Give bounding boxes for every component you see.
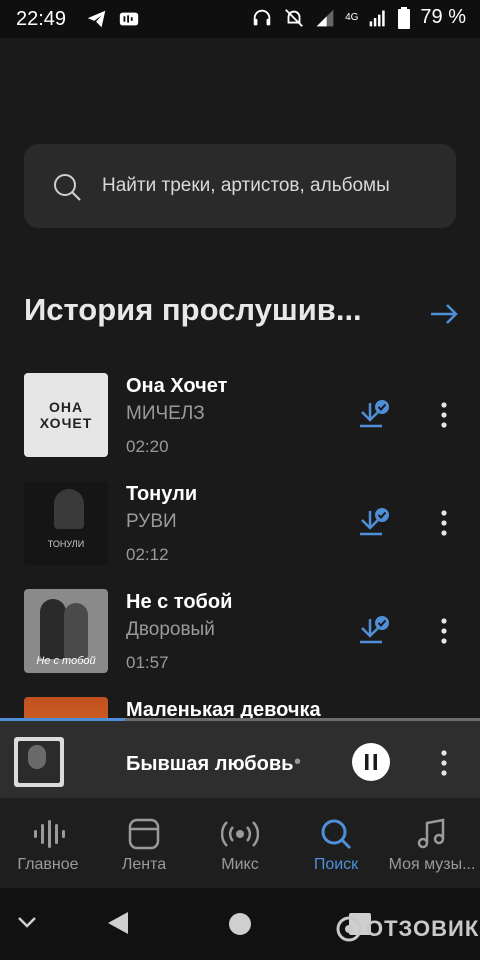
track-title: Маленькая девочка [126,699,321,718]
track-cover: ТОНУЛИ [24,481,108,565]
bottom-navigation: Главное Лента Микс Поиск Моя музы... [0,798,480,888]
network-type: 4G [345,12,359,23]
search-input[interactable]: Найти треки, артистов, альбомы [24,144,456,228]
mini-player-title: Бывшая любовь [126,753,294,775]
watermark: ОТЗОВИК [336,916,479,942]
track-artist[interactable]: РУВИ [126,511,177,533]
battery-percent: 79 % [420,6,466,28]
track-row[interactable]: Не с тобой Не с тобой Дворовый 01:57 [0,589,480,689]
nav-label: Моя музы... [388,856,476,873]
downloaded-icon[interactable] [356,399,392,431]
nav-item-search[interactable]: Поиск [288,798,384,888]
back-icon[interactable] [106,910,130,936]
status-right-icons: 4G 79 % [251,6,466,29]
voicemail-icon [119,12,139,26]
search-icon [321,819,352,850]
nav-item-mix[interactable]: Микс [192,798,288,888]
cover-figure [64,603,88,659]
cover-text: ТОНУЛИ [47,539,85,549]
nav-label: Лента [121,856,167,873]
cover-figure [54,489,84,529]
mini-player-cover [14,737,64,787]
status-bar: 22:49 4G 79 % [0,0,480,38]
watermark-logo-icon [336,916,362,942]
status-left-icons [86,8,140,30]
mute-bell-icon [285,8,303,27]
home-icon[interactable] [228,912,252,936]
track-title: Она Хочет [126,375,228,397]
track-duration: 02:20 [126,437,169,456]
cover-text: ОНА ХОЧЕТ [39,399,93,431]
downloaded-icon[interactable] [356,615,392,647]
track-title: Тонули [126,483,198,505]
history-title[interactable]: История прослушив... [24,292,384,328]
nav-item-home[interactable]: Главное [0,798,96,888]
track-title: Не с тобой [126,591,233,613]
track-artist[interactable]: Дворовый [126,619,215,641]
track-row[interactable]: ТОНУЛИ Тонули РУВИ 02:12 [0,481,480,581]
pause-button[interactable] [352,743,390,781]
track-artist[interactable]: МИЧЕЛЗ [126,403,205,425]
track-row[interactable]: Маленькая девочка [0,697,480,718]
nav-label: Поиск [313,856,359,873]
status-time: 22:49 [16,8,67,30]
cover-figure [28,745,46,769]
more-options-icon[interactable] [434,401,454,429]
telegram-icon [87,10,106,28]
signal-bars-icon [370,10,386,26]
more-options-icon[interactable] [434,617,454,645]
track-row[interactable]: ОНА ХОЧЕТ Она Хочет МИЧЕЛЗ 02:20 [0,373,480,473]
feed-icon [128,818,160,850]
music-note-icon [417,818,445,849]
headphones-icon [253,9,271,25]
more-options-icon[interactable] [434,749,454,777]
nav-label: Микс [221,856,259,873]
cover-text: Не с тобой [36,655,96,667]
watermark-text: ОТЗОВИК [366,916,480,941]
chevron-down-icon[interactable] [16,914,38,930]
track-cover: Не с тобой [24,589,108,673]
track-duration: 01:57 [126,653,169,672]
mini-player[interactable]: Бывшая любовь • [0,721,480,798]
track-cover: ОНА ХОЧЕТ [24,373,108,457]
waveform-icon [34,820,65,848]
battery-icon [398,6,411,29]
track-duration: 02:12 [126,545,169,564]
nav-label: Главное [17,856,79,873]
search-placeholder: Найти треки, артистов, альбомы [102,175,390,196]
signal-icon [316,9,334,26]
track-cover [24,697,108,718]
nav-item-feed[interactable]: Лента [96,798,192,888]
mini-player-separator: • [294,751,302,773]
downloaded-icon[interactable] [356,507,392,539]
nav-item-my-music[interactable]: Моя музы... [384,798,480,888]
arrow-right-icon[interactable] [428,298,460,330]
search-icon [54,174,81,201]
broadcast-icon [221,821,259,847]
more-options-icon[interactable] [434,509,454,537]
pause-icon [365,754,377,770]
cover-figure [40,599,66,659]
